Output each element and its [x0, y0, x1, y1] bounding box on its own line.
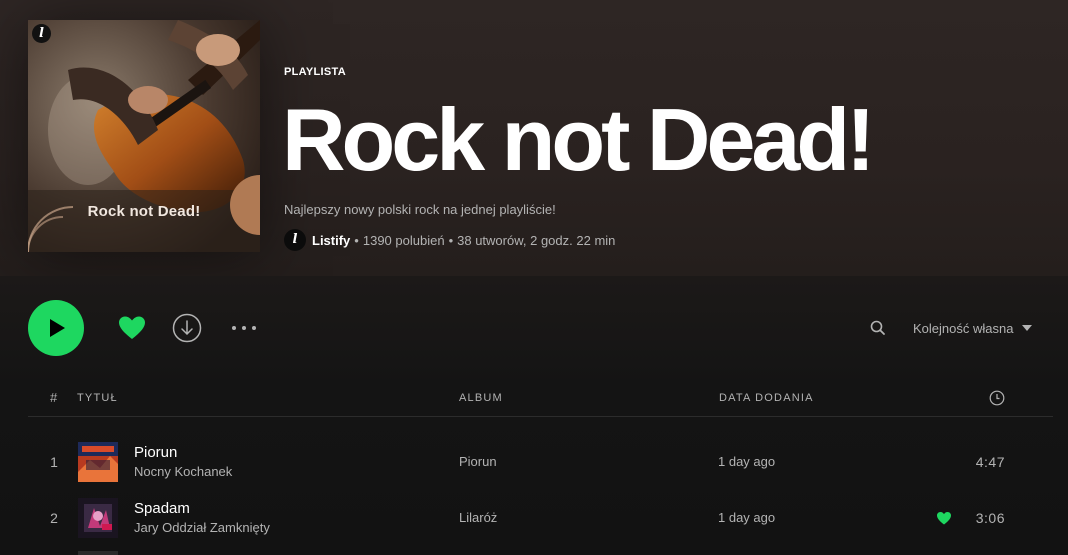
column-header-duration[interactable]	[989, 390, 1005, 406]
track-index: 2	[50, 510, 58, 526]
download-icon	[172, 313, 202, 343]
likes-count: 1390 polubień	[362, 232, 445, 248]
heart-icon	[119, 316, 145, 339]
meta-separator: •	[354, 232, 359, 248]
sort-dropdown[interactable]: Kolejność własna	[913, 318, 1033, 338]
track-title[interactable]: Piorun	[134, 444, 177, 461]
track-duration: 4:47	[975, 454, 1005, 470]
playlist-type-label: PLAYLISTA	[284, 66, 346, 78]
like-button[interactable]	[117, 313, 147, 343]
cover-title: Rock not Dead!	[87, 203, 201, 220]
play-button[interactable]	[28, 300, 84, 356]
track-date-added: 1 day ago	[718, 454, 776, 469]
track-artist[interactable]: Jary Oddział Zamknięty	[134, 520, 270, 535]
meta-separator: •	[448, 232, 454, 248]
track-album[interactable]: Piorun	[459, 454, 497, 469]
track-cover-partial	[78, 551, 118, 555]
track-duration: 3:06	[975, 510, 1005, 526]
owner-avatar[interactable]: l	[284, 229, 306, 251]
track-date-added: 1 day ago	[718, 510, 776, 525]
liked-heart-icon[interactable]	[936, 510, 952, 526]
track-row[interactable]: 1 Piorun Nocny Kochanek Piorun 1 day ago…	[28, 434, 1053, 490]
track-album[interactable]: Lilaróż	[459, 510, 497, 525]
track-artist[interactable]: Nocny Kochanek	[134, 464, 232, 479]
playlist-description: Najlepszy nowy polski rock na jednej pla…	[284, 202, 556, 217]
column-header-album[interactable]: ALBUM	[459, 392, 503, 404]
play-icon	[50, 319, 65, 337]
column-header-date-added[interactable]: DATA DODANIA	[719, 392, 814, 404]
listify-logo-icon: l	[32, 24, 51, 43]
track-title[interactable]: Spadam	[134, 500, 190, 517]
playlist-meta: l Listify • 1390 polubień • 38 utworów, …	[284, 228, 615, 252]
track-summary: 38 utworów, 2 godz. 22 min	[457, 232, 616, 248]
caret-down-icon	[1022, 325, 1033, 331]
clock-icon	[989, 390, 1005, 406]
track-row[interactable]: 2 Spadam Jary Oddział Zamknięty Lilaróż …	[28, 490, 1053, 546]
playlist-header: l Rock not Dead! PLAYLISTA Rock not Dead…	[0, 0, 1068, 276]
track-index: 1	[50, 454, 58, 470]
more-options-button[interactable]	[230, 318, 260, 338]
sort-label: Kolejność własna	[913, 320, 1014, 336]
search-in-playlist-button[interactable]	[869, 319, 887, 337]
owner-link[interactable]: Listify	[312, 233, 350, 248]
playlist-cover[interactable]: l Rock not Dead!	[28, 20, 260, 252]
more-icon	[232, 326, 256, 330]
track-cover	[78, 498, 118, 538]
column-header-title[interactable]: TYTUŁ	[77, 392, 118, 404]
search-icon	[870, 320, 885, 335]
column-header-number: #	[50, 390, 59, 405]
playlist-title: Rock not Dead!	[282, 90, 875, 189]
download-button[interactable]	[172, 313, 202, 343]
track-cover	[78, 442, 118, 482]
table-header-divider	[28, 416, 1053, 417]
